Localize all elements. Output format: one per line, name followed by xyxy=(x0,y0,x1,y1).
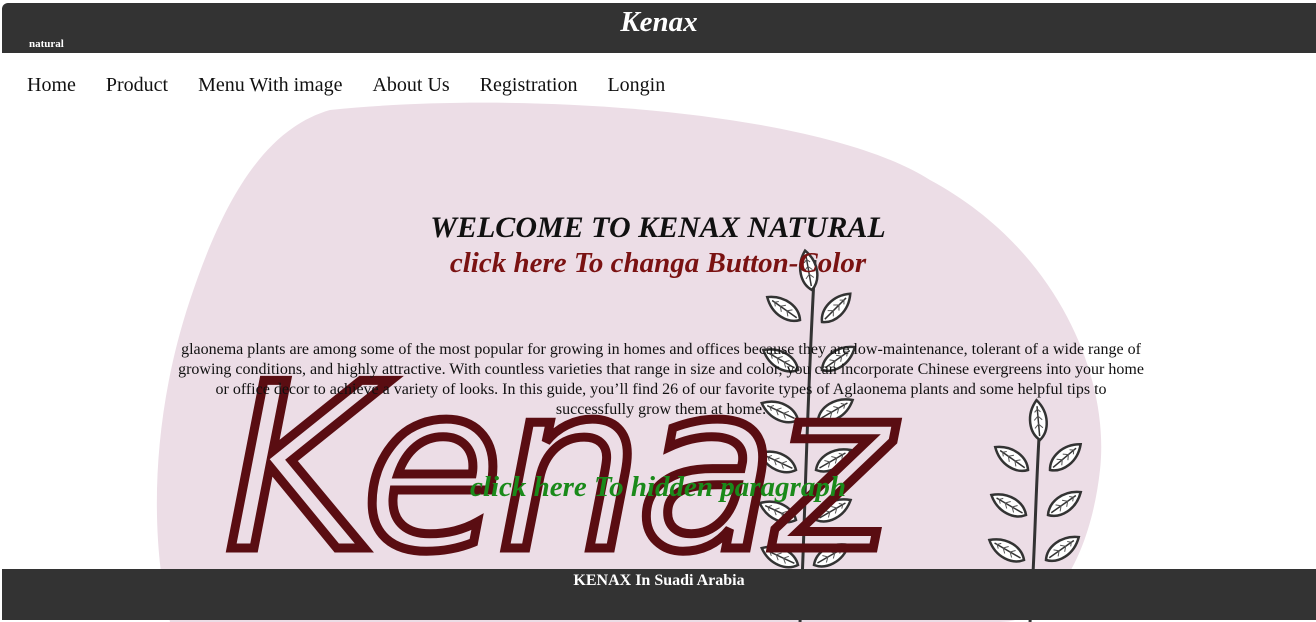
nav-item-home[interactable]: Home xyxy=(27,72,76,98)
page: Kenaz Kenax natural Home Product Menu Wi… xyxy=(0,0,1316,622)
footer-text: KENAX In Suadi Arabia xyxy=(573,572,745,589)
intro-paragraph: glaonema plants are among some of the mo… xyxy=(178,341,1144,418)
nav-item-registration[interactable]: Registration xyxy=(480,72,578,98)
main-nav: Home Product Menu With image About Us Re… xyxy=(27,72,695,98)
nav-item-login[interactable]: Longin xyxy=(607,72,665,98)
site-subtitle: natural xyxy=(29,38,64,50)
site-header: Kenax natural xyxy=(2,3,1316,53)
nav-item-about-us[interactable]: About Us xyxy=(372,72,449,98)
change-color-button[interactable]: click here To changa Button-Color xyxy=(0,246,1316,280)
hide-paragraph-button[interactable]: click here To hidden paragraph xyxy=(0,470,1316,504)
welcome-heading: WELCOME TO KENAX NATURAL xyxy=(430,211,886,244)
nav-item-menu-with-image[interactable]: Menu With image xyxy=(198,72,342,98)
nav-item-product[interactable]: Product xyxy=(106,72,168,98)
site-footer: KENAX In Suadi Arabia xyxy=(2,569,1316,620)
site-title: Kenax xyxy=(620,6,698,38)
